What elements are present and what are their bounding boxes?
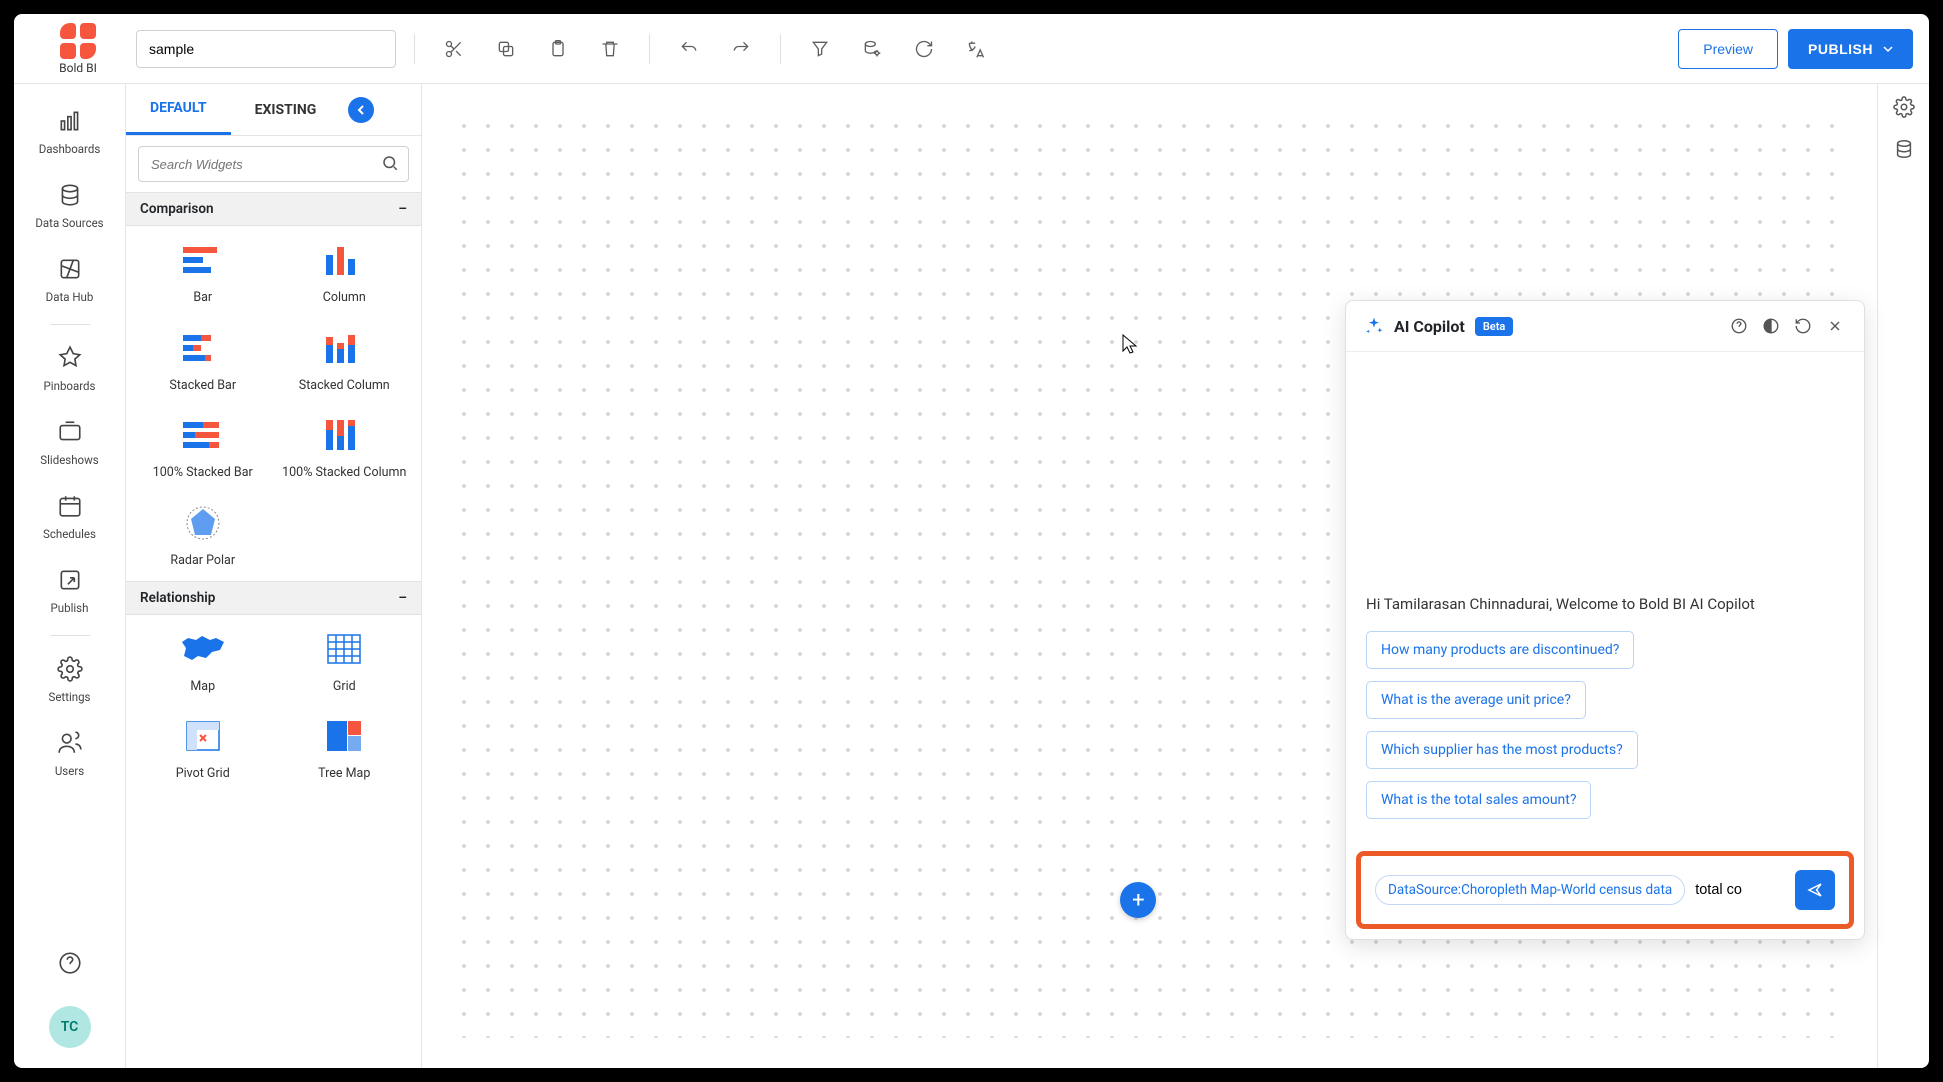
nav-slideshows[interactable]: Slideshows	[30, 413, 110, 473]
collapse-icon: –	[398, 590, 407, 606]
user-avatar[interactable]: TC	[49, 1006, 91, 1048]
widget-100-stacked-bar[interactable]: 100% Stacked Bar	[132, 413, 274, 481]
nav-dashboards[interactable]: Dashboards	[30, 102, 110, 162]
nav-pinboards[interactable]: Pinboards	[30, 339, 110, 399]
suggestion-1[interactable]: What is the average unit price?	[1366, 681, 1586, 719]
brand-label: Bold BI	[30, 61, 126, 75]
beta-badge: Beta	[1475, 317, 1514, 336]
collapse-icon: –	[398, 201, 407, 217]
category-comparison[interactable]: Comparison–	[126, 192, 421, 226]
nav-data-hub[interactable]: Data Hub	[30, 250, 110, 310]
widget-tree-map[interactable]: Tree Map	[274, 714, 416, 782]
sparkle-icon	[1364, 316, 1384, 336]
nav-users[interactable]: Users	[30, 724, 110, 784]
boldbi-logo-icon	[60, 23, 96, 59]
database-icon[interactable]	[1893, 138, 1915, 164]
preview-button[interactable]: Preview	[1678, 29, 1778, 69]
suggestion-0[interactable]: How many products are discontinued?	[1366, 631, 1634, 669]
widget-column[interactable]: Column	[274, 238, 416, 306]
tab-existing[interactable]: EXISTING	[231, 84, 341, 135]
copilot-welcome: Hi Tamilarasan Chinnadurai, Welcome to B…	[1366, 595, 1844, 613]
copilot-input-highlighted: DataSource:Choropleth Map-World census d…	[1356, 851, 1854, 929]
help-icon[interactable]	[30, 944, 110, 986]
settings-icon[interactable]	[1893, 96, 1915, 122]
copy-icon[interactable]	[485, 28, 527, 70]
cursor-icon	[1122, 334, 1138, 354]
nav-publish[interactable]: Publish	[30, 561, 110, 621]
ai-copilot-panel: AI Copilot Beta Hi Tamilarasan Chinnadur…	[1345, 300, 1865, 940]
nav-data-sources[interactable]: Data Sources	[30, 176, 110, 236]
paste-icon[interactable]	[537, 28, 579, 70]
brand: Bold BI	[30, 23, 126, 75]
widget-100-stacked-column[interactable]: 100% Stacked Column	[274, 413, 416, 481]
copilot-reset-icon[interactable]	[1792, 315, 1814, 337]
redo-icon[interactable]	[720, 28, 762, 70]
suggestion-3[interactable]: What is the total sales amount?	[1366, 781, 1591, 819]
send-button[interactable]	[1795, 870, 1835, 910]
widget-pivot-grid[interactable]: Pivot Grid	[132, 714, 274, 782]
translate-icon[interactable]	[955, 28, 997, 70]
widget-panel: DEFAULT EXISTING Comparison– Bar Column	[126, 84, 422, 1068]
copilot-text-input[interactable]	[1695, 882, 1785, 898]
copilot-theme-icon[interactable]	[1760, 315, 1782, 337]
filter-icon[interactable]	[799, 28, 841, 70]
widget-stacked-bar[interactable]: Stacked Bar	[132, 326, 274, 394]
copilot-title: AI Copilot	[1394, 317, 1465, 336]
collapse-panel-button[interactable]	[348, 97, 374, 123]
top-toolbar: Bold BI Preview PUBLISH	[14, 14, 1929, 84]
widget-radar-polar[interactable]: Radar Polar	[132, 501, 274, 569]
copilot-help-icon[interactable]	[1728, 315, 1750, 337]
category-relationship[interactable]: Relationship–	[126, 581, 421, 615]
delete-icon[interactable]	[589, 28, 631, 70]
left-nav: Dashboards Data Sources Data Hub Pinboar…	[14, 84, 126, 1068]
undo-icon[interactable]	[668, 28, 710, 70]
widget-stacked-column[interactable]: Stacked Column	[274, 326, 416, 394]
suggestion-2[interactable]: Which supplier has the most products?	[1366, 731, 1638, 769]
search-icon[interactable]	[381, 154, 399, 176]
datasource-icon[interactable]	[851, 28, 893, 70]
widget-bar[interactable]: Bar	[132, 238, 274, 306]
publish-button[interactable]: PUBLISH	[1788, 29, 1913, 69]
right-rail	[1877, 84, 1929, 1068]
nav-settings[interactable]: Settings	[30, 650, 110, 710]
copilot-close-icon[interactable]	[1824, 315, 1846, 337]
tab-default[interactable]: DEFAULT	[126, 84, 231, 135]
widget-map[interactable]: Map	[132, 627, 274, 695]
datasource-chip[interactable]: DataSource:Choropleth Map-World census d…	[1375, 875, 1685, 905]
dashboard-name-input[interactable]	[136, 30, 396, 68]
refresh-icon[interactable]	[903, 28, 945, 70]
widget-search-input[interactable]	[138, 146, 409, 182]
nav-schedules[interactable]: Schedules	[30, 487, 110, 547]
widget-grid[interactable]: Grid	[274, 627, 416, 695]
cut-icon[interactable]	[433, 28, 475, 70]
